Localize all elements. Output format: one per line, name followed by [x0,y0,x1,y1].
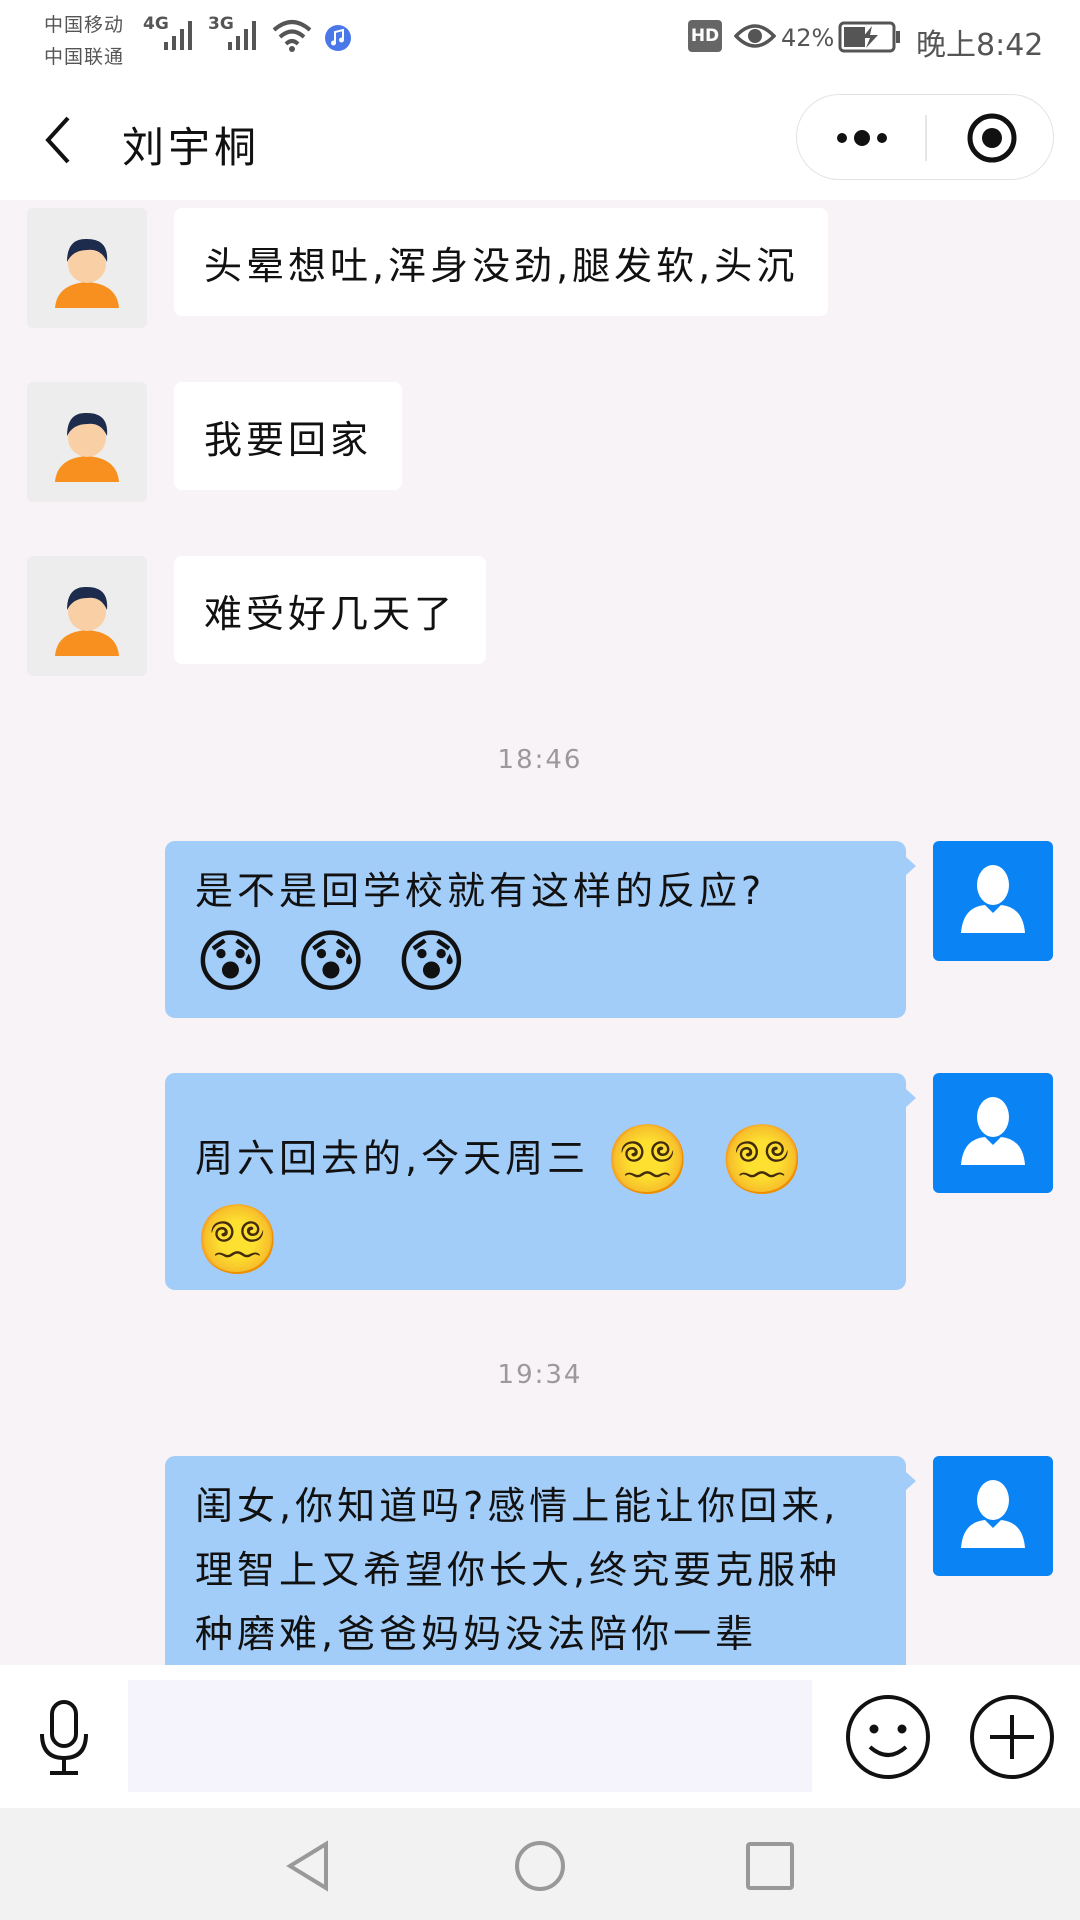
battery-percent: 42% [781,24,835,52]
message-bubble-outgoing[interactable]: 周六回去的,今天周三 😵‍💫 😵‍💫 😵‍💫 [165,1073,916,1290]
avatar-self[interactable] [933,1073,1053,1193]
message-text: 闺女,你知道吗?感情上能让你回来,理智上又希望你长大,终究要克服种种磨难,爸爸妈… [195,1484,842,1656]
timestamp: 18:46 [497,745,583,775]
avatar-self[interactable] [933,841,1053,961]
clock: 晚上8:42 [916,28,1044,63]
message-bubble-outgoing[interactable]: 是不是回学校就有这样的反应? 😰 😰 😰 [165,841,916,1018]
close-target-icon[interactable] [965,111,1019,165]
eye-icon [734,24,776,48]
message-bubble-incoming[interactable]: 我要回家 [174,382,403,490]
message-bubble-incoming[interactable]: 难受好几天了 [174,556,487,664]
more-icon[interactable] [827,115,897,161]
input-bar [0,1665,1080,1808]
person-avatar-icon [961,865,1025,933]
back-icon[interactable] [38,110,82,170]
avatar-contact[interactable] [27,208,147,328]
message-bubble-incoming[interactable]: 头晕想吐,浑身没劲,腿发软,头沉 [174,208,829,316]
message-input[interactable] [128,1680,812,1792]
avatar-self[interactable] [933,1456,1053,1576]
home-circle-icon[interactable] [512,1838,568,1894]
avatar-contact[interactable] [27,556,147,676]
recents-square-icon[interactable] [742,1838,798,1894]
avatar-contact[interactable] [27,382,147,502]
system-navigation-bar [0,1808,1080,1920]
hd-badge: HD [688,20,722,52]
person-avatar-icon [961,1480,1025,1548]
title-bar: 刘宇桐 [0,80,1080,200]
microphone-icon[interactable] [34,1698,94,1778]
battery-icon [838,21,900,53]
plus-icon[interactable] [968,1693,1056,1781]
signal-icon [164,21,192,50]
message-text: 周六回去的,今天周三 [195,1136,590,1181]
carrier-2-label: 中国联通 [44,46,125,68]
boy-avatar-icon [55,238,119,308]
signal-icon [228,21,256,50]
smiley-icon[interactable] [844,1693,932,1781]
chat-title: 刘宇桐 [122,123,261,172]
status-bar: 中国移动 中国联通 4G 3G HD 42% 晚上8:42 [0,0,1080,80]
capsule-menu [796,94,1054,180]
chat-area[interactable]: 头晕想吐,浑身没劲,腿发软,头沉 我要回家 难受好几天了 18:46 是不是回学… [0,200,1080,1665]
capsule-divider [925,115,927,161]
timestamp: 19:34 [497,1360,583,1390]
boy-avatar-icon [55,586,119,656]
back-triangle-icon[interactable] [282,1838,338,1894]
music-icon [325,25,351,51]
anxious-sweat-emoji-icon: 😰 😰 😰 [195,923,471,1002]
wifi-icon [272,20,312,52]
carrier-1-label: 中国移动 [44,14,125,36]
boy-avatar-icon [55,412,119,482]
person-avatar-icon [961,1097,1025,1165]
message-bubble-outgoing[interactable]: 闺女,你知道吗?感情上能让你回来,理智上又希望你长大,终究要克服种种磨难,爸爸妈… [165,1456,916,1665]
message-text: 是不是回学校就有这样的反应? [195,869,766,913]
